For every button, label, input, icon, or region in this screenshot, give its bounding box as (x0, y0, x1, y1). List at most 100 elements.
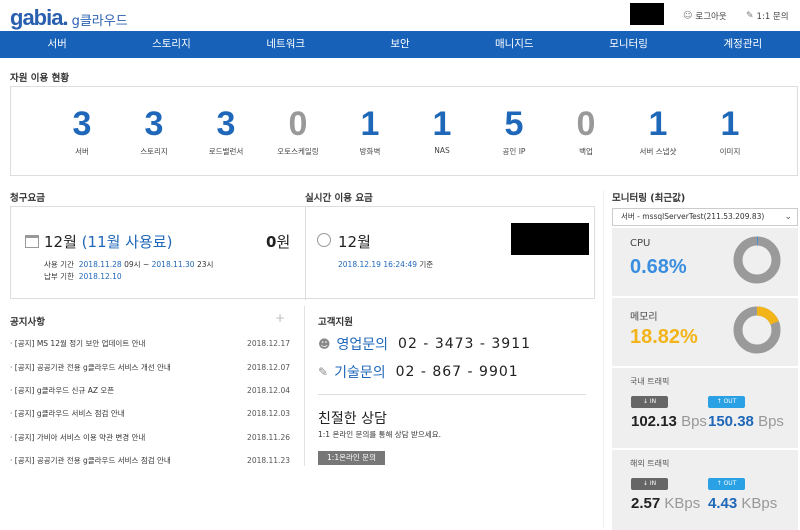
resource-backup[interactable]: 0 백업 (550, 87, 622, 175)
domestic-traffic-label: 국내 트래픽 (630, 377, 670, 386)
memory-label: 메모리 (630, 312, 658, 323)
notice-item-date: 2018.12.03 (247, 409, 290, 419)
billing-title: 청구요금 (10, 193, 45, 204)
resource-label: 로드밸런서 (208, 147, 244, 156)
domestic-in-value: 102.13 Bps (631, 413, 707, 430)
inquiry-link[interactable]: ✎ 1:1 문의 (746, 10, 789, 22)
notice-item[interactable]: · [공지] g클라우드 신규 AZ 오픈 2018.12.04 (10, 379, 290, 402)
resource-server[interactable]: 3 서버 (46, 87, 118, 175)
edit-icon: ✎ (746, 11, 754, 21)
notice-item[interactable]: · [공지] MS 12월 정기 보안 업데이트 안내 2018.12.17 (10, 332, 290, 355)
nav-server[interactable]: 서버 (0, 31, 114, 58)
notice-item-date: 2018.11.23 (247, 456, 290, 466)
resource-label: 오토스케일링 (277, 147, 319, 156)
resource-count: 1 (360, 105, 380, 143)
nav-security[interactable]: 보안 (343, 31, 457, 58)
notice-item-title: · [공지] 공공기관 전용 g클라우드 서비스 개선 안내 (10, 362, 171, 372)
resources-title: 자원 이용 현황 (10, 73, 70, 84)
out-badge: ↑ OUT (708, 478, 745, 490)
column-divider (603, 190, 604, 528)
realtime-timestamp: 2018.12.19 16:24:49 기준 (338, 259, 433, 270)
notice-item-date: 2018.12.04 (247, 385, 290, 395)
in-badge: ↓ IN (631, 396, 668, 408)
nav-managed[interactable]: 매니지드 (457, 31, 571, 58)
sales-contact: ☻ 영업문의 02 - 3473 - 3911 (318, 334, 531, 354)
main-nav: 서버 스토리지 네트워크 보안 매니지드 모니터링 계정관리 (0, 31, 800, 58)
resource-count: 3 (144, 105, 164, 143)
resource-label: 이미지 (719, 147, 741, 156)
bill-month: 12월 (11월 사용료) (44, 231, 172, 252)
resource-loadbalancer[interactable]: 3 로드밸런서 (190, 87, 262, 175)
edit-icon: ✎ (318, 365, 329, 379)
resource-count: 3 (216, 105, 236, 143)
resource-nas[interactable]: 1 NAS (406, 87, 478, 175)
usage-period-label: 사용 기간 (44, 260, 74, 269)
notice-item[interactable]: · [공지] 가비아 서비스 이용 약관 변경 안내 2018.11.26 (10, 426, 290, 449)
memory-card: 메모리 18.82% (612, 298, 798, 366)
online-inquiry-button[interactable]: 1:1온라인 문의 (318, 451, 385, 465)
monitoring-title: 모니터링 (최근값) (612, 193, 686, 204)
period-start-time: 09시 (124, 260, 141, 269)
realtime-title: 실시간 이용 요금 (305, 193, 373, 204)
in-badge: ↓ IN (631, 478, 668, 490)
notice-item[interactable]: · [공지] 공공기관 전용 g클라우드 서비스 점검 안내 2018.11.23 (10, 449, 290, 472)
logo-sub: g클라우드 (71, 14, 128, 29)
resource-count: 0 (576, 105, 596, 143)
user-icon: ☺ (683, 11, 693, 21)
redacted-block (630, 3, 664, 25)
notice-item-date: 2018.12.17 (247, 339, 290, 349)
period-sep: ~ (142, 260, 150, 269)
notice-item[interactable]: · [공지] 공공기관 전용 g클라우드 서비스 개선 안내 2018.12.07 (10, 355, 290, 378)
bill-month-value: 12월 (44, 233, 77, 251)
resource-count: 1 (648, 105, 668, 143)
nav-network[interactable]: 네트워크 (229, 31, 343, 58)
due-date-label: 납부 기한 (44, 272, 74, 281)
resource-snapshot[interactable]: 1 서버 스냅샷 (622, 87, 694, 175)
inquiry-label: 1:1 문의 (756, 12, 789, 22)
period-end-time: 23시 (196, 260, 214, 269)
memory-donut (733, 306, 781, 354)
gabia-logo[interactable]: gabia. g클라우드 (10, 5, 128, 31)
out-badge: ↑ OUT (708, 396, 745, 408)
resource-count: 1 (432, 105, 452, 143)
cpu-label: CPU (630, 238, 651, 249)
notice-item[interactable]: · [공지] g클라우드 서비스 점검 안내 2018.12.03 (10, 402, 290, 425)
logout-link[interactable]: ☺ 로그아웃 (683, 10, 727, 22)
domestic-out-value: 150.38 Bps (708, 413, 784, 430)
notice-more-button[interactable]: + (275, 311, 285, 325)
resource-label: 공인 IP (502, 147, 526, 156)
resource-autoscaling[interactable]: 0 오토스케일링 (262, 87, 334, 175)
resource-label: NAS (434, 146, 450, 155)
server-select-value: 서버 - mssqlServerTest(211.53.209.83) (621, 212, 765, 221)
calendar-icon (25, 235, 39, 248)
overseas-traffic-card: 해외 트래픽 ↓ IN ↑ OUT 2.57 KBps 4.43 KBps (612, 450, 798, 530)
nav-monitoring[interactable]: 모니터링 (571, 31, 685, 58)
notice-item-date: 2018.12.07 (247, 362, 290, 372)
tech-label: 기술문의 (334, 365, 386, 381)
overseas-traffic-label: 해외 트래픽 (630, 459, 670, 468)
resource-storage[interactable]: 3 스토리지 (118, 87, 190, 175)
realtime-timestamp-value: 2018.12.19 16:24:49 (338, 260, 418, 269)
resources-panel: 3 서버 3 스토리지 3 로드밸런서 0 오토스케일링 1 방화벽 1 NAS 5 공인 I… (10, 86, 798, 176)
notice-list: · [공지] MS 12월 정기 보안 업데이트 안내 2018.12.17 · … (10, 332, 290, 472)
nav-account[interactable]: 계정관리 (686, 31, 800, 58)
domestic-traffic-card: 국내 트래픽 ↓ IN ↑ OUT 102.13 Bps 150.38 Bps (612, 368, 798, 448)
support-title: 고객지원 (318, 317, 353, 328)
server-select[interactable]: 서버 - mssqlServerTest(211.53.209.83) ⌄ (612, 208, 798, 226)
nav-storage[interactable]: 스토리지 (114, 31, 228, 58)
realtime-basis: 기준 (419, 260, 434, 269)
cpu-value: 0.68% (630, 256, 687, 278)
tech-contact: ✎ 기술문의 02 - 867 - 9901 (318, 362, 519, 382)
notice-item-title: · [공지] 공공기관 전용 g클라우드 서비스 점검 안내 (10, 456, 171, 466)
resource-image[interactable]: 1 이미지 (694, 87, 766, 175)
cpu-card: CPU 0.68% (612, 228, 798, 296)
support-divider (318, 394, 586, 395)
cpu-donut-track (733, 236, 781, 284)
realtime-month: 12월 (338, 233, 371, 251)
due-date-value: 2018.12.10 (78, 272, 122, 281)
cpu-donut (733, 236, 781, 284)
bill-amount-unit: 원 (276, 233, 291, 251)
resource-public-ip[interactable]: 5 공인 IP (478, 87, 550, 175)
resource-firewall[interactable]: 1 방화벽 (334, 87, 406, 175)
bill-usage-month[interactable]: (11월 사용료) (82, 233, 173, 251)
